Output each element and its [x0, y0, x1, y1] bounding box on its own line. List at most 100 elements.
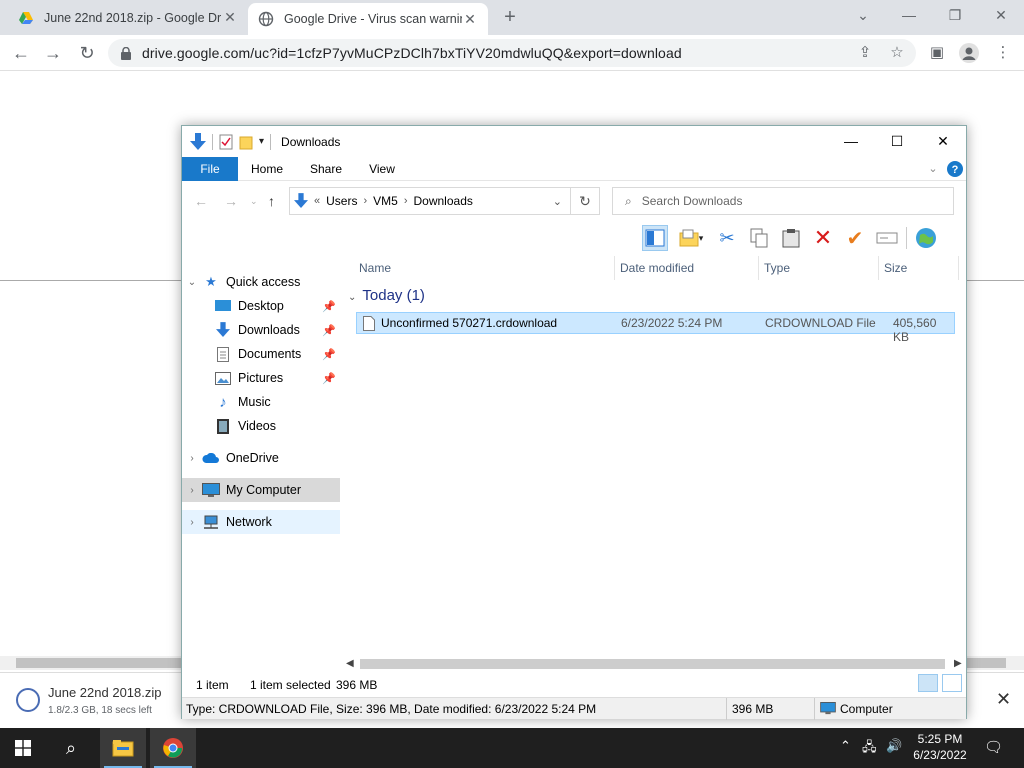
properties-icon[interactable] — [219, 134, 233, 150]
help-icon[interactable]: ? — [946, 157, 964, 181]
ribbon-tab-home[interactable]: Home — [244, 157, 290, 181]
download-filename[interactable]: June 22nd 2018.zip — [48, 685, 161, 700]
reload-button[interactable]: ↻ — [74, 40, 100, 66]
column-header-date[interactable]: Date modified — [620, 256, 694, 280]
details-view-icon[interactable] — [918, 674, 938, 692]
folder-options-icon[interactable]: ▾ — [674, 225, 708, 251]
chevron-down-icon[interactable]: ⌄ — [348, 292, 356, 303]
nav-item-downloads[interactable]: Downloads 📌 — [182, 318, 340, 342]
pin-icon[interactable]: 📌 — [322, 372, 336, 385]
column-divider[interactable] — [958, 256, 959, 280]
paste-icon[interactable] — [778, 225, 804, 251]
delete-icon[interactable]: ✕ — [810, 225, 836, 251]
chevron-right-icon[interactable]: › — [363, 195, 367, 207]
notification-icon[interactable]: 🗨 — [984, 738, 1003, 756]
minimize-button[interactable]: — — [886, 0, 932, 32]
column-divider[interactable] — [878, 256, 879, 280]
chevron-down-icon[interactable]: ⌄ — [840, 0, 886, 32]
close-icon[interactable]: ✕ — [222, 9, 238, 26]
breadcrumb-downloads[interactable]: Downloads — [414, 194, 473, 208]
close-download-bar-icon[interactable]: ✕ — [996, 689, 1011, 710]
forward-button[interactable]: → — [40, 40, 66, 66]
nav-item-desktop[interactable]: Desktop 📌 — [182, 294, 340, 318]
nav-quick-access[interactable]: ⌄ ★ Quick access — [182, 270, 340, 294]
browser-tab-drive-zip[interactable]: June 22nd 2018.zip - Google Drive ✕ — [8, 0, 248, 35]
chevron-up-icon[interactable]: ⌃ — [840, 738, 851, 754]
search-icon[interactable]: ⌕ — [48, 728, 94, 768]
back-arrow-icon[interactable]: ← — [194, 193, 208, 209]
address-bar[interactable]: « Users › VM5 › Downloads ⌄ — [289, 187, 571, 215]
clock[interactable]: 5:25 PM 6/23/2022 — [906, 731, 974, 763]
maximize-button[interactable]: ☐ — [874, 126, 920, 157]
nav-network[interactable]: › Network — [182, 510, 340, 534]
scroll-right-icon[interactable]: ▶ — [954, 658, 962, 669]
column-header-name[interactable]: Name — [359, 256, 391, 280]
nav-item-documents[interactable]: Documents 📌 — [182, 342, 340, 366]
new-folder-icon[interactable] — [239, 134, 253, 150]
preview-pane-icon[interactable] — [642, 225, 668, 251]
nav-onedrive[interactable]: › OneDrive — [182, 446, 340, 470]
chevron-right-icon[interactable]: › — [182, 485, 202, 496]
scrollbar-thumb[interactable] — [360, 659, 945, 669]
ribbon-tab-view[interactable]: View — [362, 157, 402, 181]
column-divider[interactable] — [614, 256, 615, 280]
profile-avatar[interactable] — [956, 40, 982, 66]
pin-icon[interactable]: 📌 — [322, 324, 336, 337]
download-progress-icon[interactable] — [16, 688, 40, 712]
breadcrumb-users[interactable]: Users — [326, 194, 357, 208]
globe-icon[interactable] — [913, 225, 939, 251]
recent-locations-icon[interactable]: ⌄ — [250, 196, 258, 207]
breadcrumb-overflow[interactable]: « — [314, 195, 320, 207]
menu-icon[interactable]: ⋮ — [990, 40, 1016, 66]
group-header-today[interactable]: ⌄ Today (1) — [348, 287, 425, 304]
customize-dropdown-icon[interactable]: ▾ — [259, 136, 264, 147]
network-tray-icon[interactable]: 🖧 — [862, 738, 877, 760]
column-divider[interactable] — [758, 256, 759, 280]
pin-icon[interactable]: 📌 — [322, 300, 336, 313]
new-tab-button[interactable]: + — [498, 6, 522, 30]
start-button[interactable] — [0, 728, 46, 768]
explorer-scrollbar[interactable]: ◀ ▶ — [342, 656, 966, 672]
chevron-down-icon[interactable]: ⌄ — [553, 195, 562, 208]
browser-tab-virus-scan[interactable]: Google Drive - Virus scan warning ✕ — [248, 3, 488, 35]
ribbon-tab-file[interactable]: File — [182, 157, 238, 181]
cut-icon[interactable]: ✂ — [714, 225, 740, 251]
chevron-down-icon[interactable]: ⌄ — [182, 277, 202, 288]
back-button[interactable]: ← — [8, 40, 34, 66]
nav-item-music[interactable]: ♪ Music — [182, 390, 340, 414]
close-button[interactable]: ✕ — [920, 126, 966, 157]
forward-arrow-icon[interactable]: → — [224, 193, 238, 209]
expand-ribbon-icon[interactable]: ⌄ — [926, 157, 940, 181]
checkmark-icon[interactable]: ✔ — [842, 225, 868, 251]
pin-icon[interactable]: 📌 — [322, 348, 336, 361]
up-arrow-icon[interactable]: ↑ — [268, 193, 275, 209]
column-header-type[interactable]: Type — [764, 256, 790, 280]
file-explorer-taskbar-icon[interactable] — [100, 728, 146, 768]
file-row[interactable]: Unconfirmed 570271.crdownload 6/23/2022 … — [356, 312, 955, 344]
refresh-button[interactable]: ↻ — [571, 187, 600, 215]
nav-item-pictures[interactable]: Pictures 📌 — [182, 366, 340, 390]
nav-item-videos[interactable]: Videos — [182, 414, 340, 438]
breadcrumb-vm5[interactable]: VM5 — [373, 194, 398, 208]
chrome-taskbar-icon[interactable] — [150, 728, 196, 768]
chevron-right-icon[interactable]: › — [182, 453, 202, 464]
scroll-left-icon[interactable]: ◀ — [346, 658, 354, 669]
nav-my-computer[interactable]: › My Computer — [182, 478, 340, 502]
search-input[interactable]: ⌕ Search Downloads — [612, 187, 954, 215]
restore-button[interactable]: ❐ — [932, 0, 978, 32]
rename-icon[interactable] — [874, 225, 900, 251]
address-bar[interactable]: drive.google.com/uc?id=1cfzP7yvMuCPzDClh… — [108, 39, 916, 67]
volume-icon[interactable]: 🔊 — [886, 738, 902, 754]
chevron-right-icon[interactable]: › — [404, 195, 408, 207]
close-window-button[interactable]: ✕ — [978, 0, 1024, 32]
star-icon[interactable]: ☆ — [884, 40, 910, 66]
column-header-size[interactable]: Size — [884, 256, 907, 280]
minimize-button[interactable]: — — [828, 126, 874, 157]
ribbon-tab-share[interactable]: Share — [304, 157, 348, 181]
chevron-right-icon[interactable]: › — [182, 517, 202, 528]
close-icon[interactable]: ✕ — [462, 11, 478, 28]
large-icons-view-icon[interactable] — [942, 674, 962, 692]
side-panel-icon[interactable]: ▣ — [924, 40, 950, 66]
copy-icon[interactable] — [746, 225, 772, 251]
share-icon[interactable]: ⇪ — [852, 40, 878, 66]
